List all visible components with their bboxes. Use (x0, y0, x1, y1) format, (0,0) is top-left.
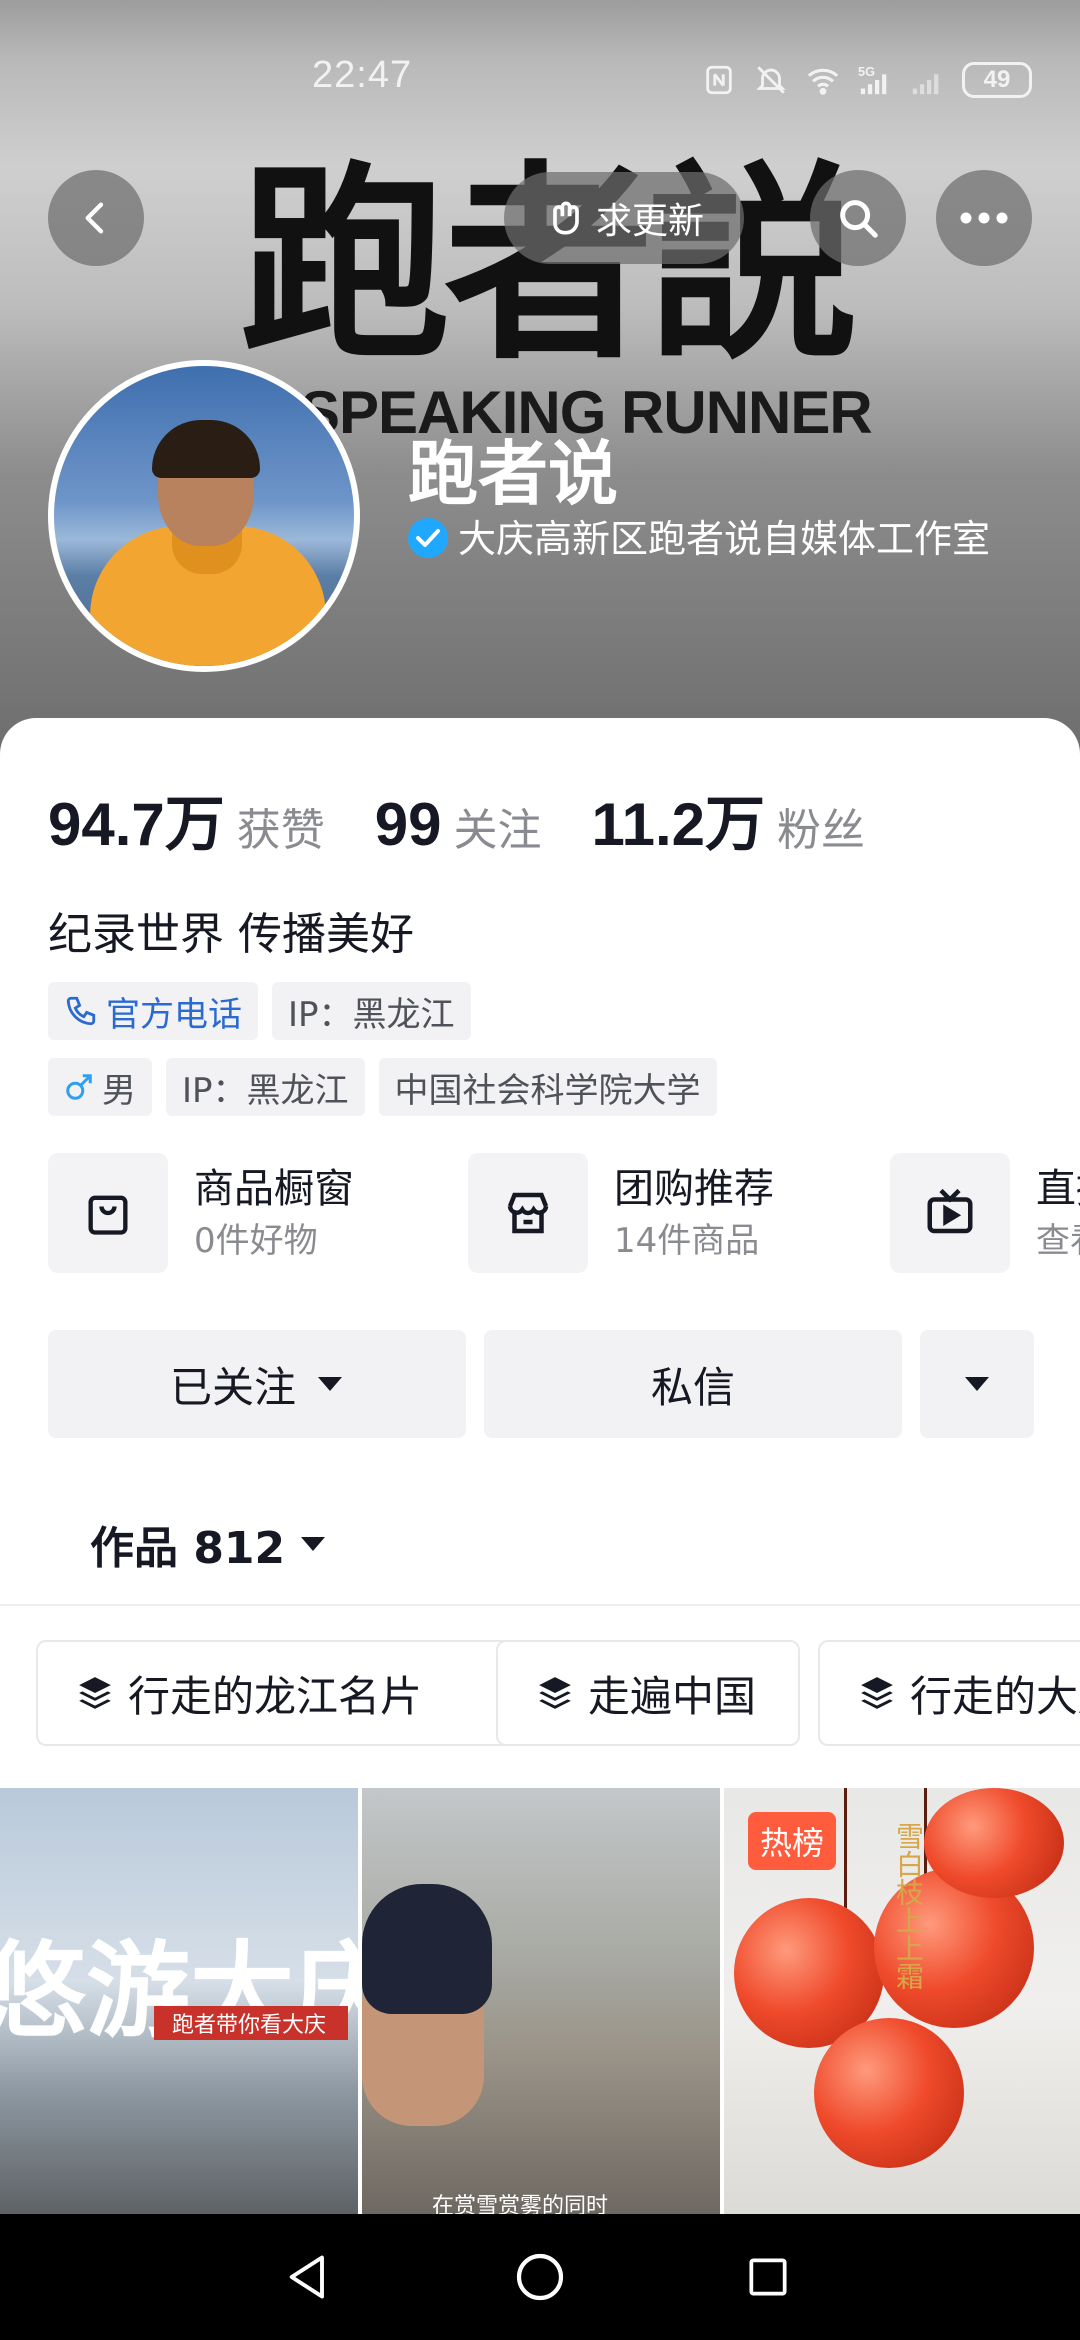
collections-row: 行走的龙江名片 走遍中国 行走的大庆 (36, 1640, 1080, 1750)
gender-tag: 男 (48, 1058, 152, 1116)
caret-down-icon (318, 1377, 342, 1391)
collection-item[interactable]: 行走的龙江名片 (36, 1640, 514, 1746)
status-time: 22:47 (312, 54, 413, 96)
battery-level: 49 (983, 66, 1011, 93)
wifi-icon (807, 68, 839, 95)
signal-icon (912, 74, 939, 95)
service-group-buy-title: 团购推荐 (614, 1166, 774, 1212)
avatar[interactable] (48, 360, 360, 672)
video-thumbnail[interactable]: 热榜 雪白枝上上霜 (724, 1788, 1080, 2218)
ip-tag-2-label: IP：黑龙江 (182, 1070, 349, 1111)
profile-banner: 跑者説 SPEAKING RUNNER 22:47 5G 49 求更新 跑者说 (0, 0, 1080, 760)
followers-label[interactable]: 粉丝 (777, 794, 865, 858)
search-button[interactable] (810, 170, 906, 266)
service-shop-window-title: 商品橱窗 (194, 1166, 354, 1212)
likes-count: 94.7万 (48, 791, 225, 858)
service-group-buy[interactable]: 团购推荐 14件商品 (468, 1150, 774, 1276)
collection-item[interactable]: 行走的大庆 (818, 1640, 1080, 1746)
collection-label: 走遍中国 (588, 1671, 757, 1721)
layers-icon (861, 1677, 893, 1709)
profile-name: 跑者说 (408, 433, 618, 515)
tags-row-2: 男 IP：黑龙江 中国社会科学院大学 (48, 1058, 717, 1116)
service-group-buy-subtitle: 14件商品 (614, 1221, 760, 1261)
verification-info: 大庆高新区跑者说自媒体工作室 (408, 512, 1038, 566)
square-recents-icon (749, 2258, 787, 2296)
video-banner-text: 跑者带你看大庆 (154, 2006, 348, 2040)
request-update-button[interactable]: 求更新 (504, 172, 744, 264)
tags-row-1: 官方电话 IP：黑龙江 (48, 982, 471, 1040)
verified-icon (408, 518, 448, 558)
status-bar: 22:47 5G 49 (0, 0, 1080, 160)
school-label: 中国社会科学院大学 (394, 1070, 701, 1111)
back-icon (85, 202, 104, 234)
tv-icon (890, 1153, 1010, 1273)
school-tag[interactable]: 中国社会科学院大学 (378, 1058, 717, 1116)
gender-label: 男 (102, 1070, 136, 1111)
video-thumbnail[interactable]: 悠游大庆 跑者带你看大庆 (0, 1788, 358, 2218)
male-icon (66, 1074, 92, 1100)
action-buttons: 已关注 私信 (48, 1330, 1034, 1440)
service-live[interactable]: 直播 查看 (890, 1150, 1080, 1276)
hand-icon (553, 201, 579, 235)
triangle-back-icon (289, 2255, 324, 2299)
following-label[interactable]: 关注 (454, 794, 542, 858)
service-live-subtitle: 查看 (1036, 1221, 1080, 1261)
video-overlay-text: 雪白枝上上霜 (892, 1822, 925, 1990)
signal-5g-icon: 5G (858, 64, 887, 95)
tab-works[interactable]: 作品 812 (90, 1512, 327, 1576)
video-grid: 悠游大庆 跑者带你看大庆 在赏雪赏雾的同时 热榜 雪白枝上上霜 (0, 1788, 1080, 2218)
back-button[interactable] (48, 170, 144, 266)
shopping-bag-icon (48, 1153, 168, 1273)
ip-tag-2: IP：黑龙江 (166, 1058, 365, 1116)
mute-icon (756, 66, 786, 94)
circle-home-icon (516, 2253, 564, 2301)
nfc-icon (706, 65, 732, 95)
svg-text:5G: 5G (858, 64, 875, 79)
stats-row: 94.7万 获赞 99 关注 11.2万 粉丝 (48, 776, 915, 863)
verification-text: 大庆高新区跑者说自媒体工作室 (458, 517, 991, 561)
battery-indicator: 49 (962, 62, 1032, 98)
message-label: 私信 (650, 1362, 735, 1412)
service-shop-window-subtitle: 0件好物 (194, 1221, 318, 1261)
service-shop-window[interactable]: 商品橱窗 0件好物 (48, 1150, 354, 1276)
collection-item[interactable]: 走遍中国 (496, 1640, 800, 1746)
following-count[interactable]: 99 (375, 790, 442, 859)
search-icon (840, 200, 878, 238)
collection-label: 行走的大庆 (910, 1671, 1080, 1721)
status-icons: 5G 49 (702, 60, 1032, 100)
video-thumbnail[interactable]: 在赏雪赏雾的同时 (362, 1788, 720, 2218)
followers-count[interactable]: 11.2万 (592, 776, 765, 863)
bio: 纪录世界 传播美好 (48, 909, 414, 960)
hot-badge: 热榜 (748, 1812, 837, 1870)
ip-tag-1: IP：黑龙江 (272, 982, 471, 1040)
more-icon (960, 212, 1008, 224)
nav-home-button[interactable] (505, 2242, 575, 2312)
recommend-dropdown-button[interactable] (920, 1330, 1034, 1438)
likes-label: 获赞 (236, 805, 325, 856)
store-icon (468, 1153, 588, 1273)
collection-label: 行走的龙江名片 (128, 1671, 423, 1721)
system-nav-bar (0, 2214, 1080, 2340)
layers-icon (79, 1677, 111, 1709)
official-phone-label: 官方电话 (106, 994, 242, 1035)
nav-back-button[interactable] (274, 2242, 344, 2312)
works-tab-label: 作品 812 (90, 1523, 286, 1574)
ip-tag-1-label: IP：黑龙江 (288, 994, 455, 1035)
nav-recents-button[interactable] (733, 2242, 803, 2312)
more-button[interactable] (936, 170, 1032, 266)
followed-button[interactable]: 已关注 (48, 1330, 466, 1438)
service-live-title: 直播 (1036, 1166, 1080, 1212)
services-row: 商品橱窗 0件好物 团购推荐 14件商品 直播 查看 (48, 1150, 1080, 1276)
message-button[interactable]: 私信 (484, 1330, 902, 1438)
phone-icon (66, 996, 96, 1026)
official-phone-tag[interactable]: 官方电话 (48, 982, 258, 1040)
caret-down-icon (301, 1537, 326, 1551)
layers-icon (539, 1677, 571, 1709)
profile-sheet: 94.7万 获赞 99 关注 11.2万 粉丝 纪录世界 传播美好 官方电话 I… (0, 718, 1080, 2218)
hot-badge-label: 热榜 (760, 1824, 825, 1862)
followed-label: 已关注 (169, 1362, 296, 1412)
caret-down-icon (965, 1377, 989, 1391)
request-update-label: 求更新 (595, 201, 704, 242)
divider (0, 1604, 1080, 1606)
